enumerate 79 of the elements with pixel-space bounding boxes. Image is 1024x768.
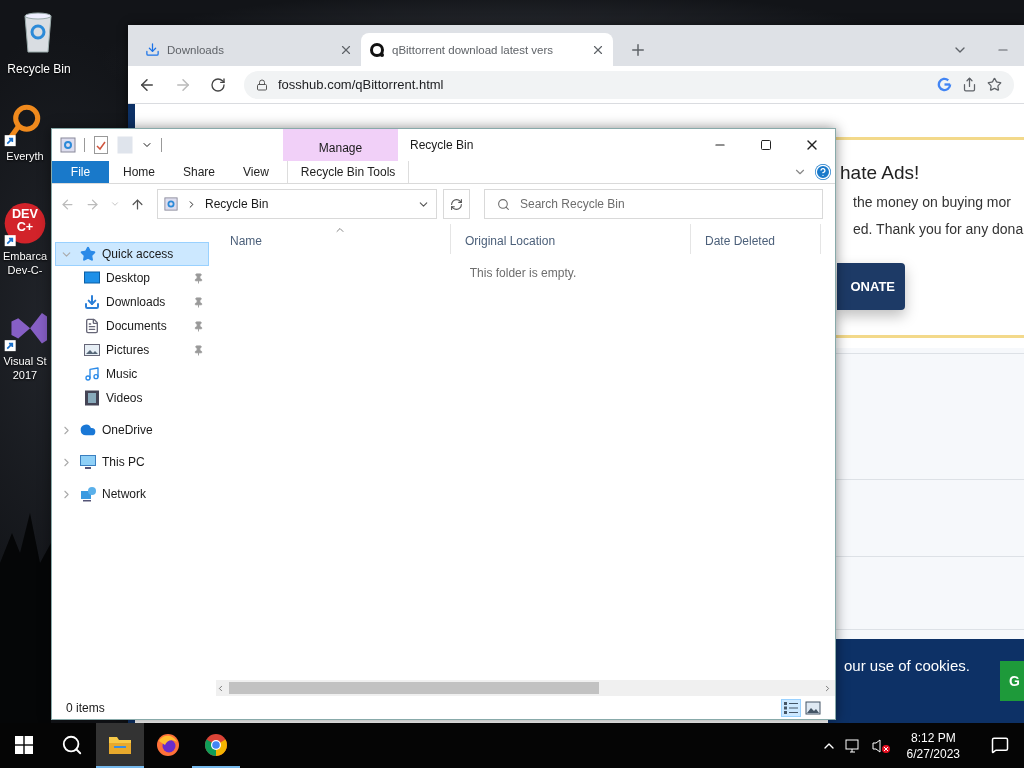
dev-icon[interactable]: DEV C+ [3, 203, 47, 247]
cookie-accept-button[interactable]: G [1000, 661, 1024, 701]
ribbon-tab[interactable]: Share [169, 161, 230, 183]
desktop-icon-label[interactable]: Embarca [3, 249, 47, 263]
ribbon-tab[interactable]: Recycle Bin Tools [286, 161, 410, 183]
scroll-right-icon[interactable] [823, 683, 832, 693]
reload-icon[interactable] [210, 76, 226, 93]
taskbar-app[interactable] [96, 723, 144, 768]
nav-item[interactable]: This PC [55, 450, 209, 474]
desktop-icon-label[interactable]: Recycle Bin [7, 62, 71, 76]
column-header[interactable]: Original Location [451, 224, 691, 254]
desktop-icon-label[interactable]: 2017 [12, 368, 38, 382]
up-icon[interactable] [130, 196, 145, 212]
nav-item[interactable]: Downloads [55, 290, 209, 314]
document-icon [84, 318, 100, 334]
volume-muted-icon[interactable] [870, 737, 891, 754]
chrome-icon [204, 732, 228, 757]
scroll-left-icon[interactable] [216, 683, 225, 693]
lock-icon [256, 78, 268, 91]
desktop-icon-label[interactable]: Dev-C- [7, 263, 43, 277]
paragraph-line: the money on buying mor [853, 193, 1012, 211]
download-icon [84, 294, 100, 310]
nav-item[interactable]: Pictures [55, 338, 209, 362]
column-header[interactable]: Name [216, 224, 451, 254]
nav-item[interactable]: Quick access [55, 242, 209, 266]
picture-icon [84, 342, 100, 358]
google-icon[interactable] [937, 77, 952, 92]
clock[interactable]: 8:12 PM 6/27/2023 [898, 729, 968, 762]
column-header[interactable]: Date Deleted [691, 224, 821, 254]
search-icon [61, 733, 83, 756]
speech-bubble-icon [991, 735, 1009, 754]
refresh-button[interactable] [443, 189, 470, 219]
details-view-button[interactable] [781, 698, 801, 717]
download-icon [145, 42, 160, 57]
desktop-icon [84, 270, 100, 286]
nav-item[interactable]: Desktop [55, 266, 209, 290]
help-button[interactable] [815, 164, 831, 180]
ribbon-tab[interactable]: Home [109, 161, 169, 183]
firefox-icon [156, 732, 180, 757]
status-text: 0 items [66, 700, 106, 715]
horizontal-scrollbar[interactable] [216, 680, 835, 696]
share-icon[interactable] [962, 77, 977, 92]
nav-item[interactable]: Videos [55, 386, 209, 410]
search-icon [497, 197, 510, 211]
address-bar[interactable]: fosshub.com/qBittorrent.html [244, 70, 1014, 99]
windows-logo-icon [15, 735, 33, 754]
folder-icon [108, 734, 132, 755]
window-title: Recycle Bin [410, 138, 474, 152]
large-icons-view-button[interactable] [803, 698, 823, 717]
monitor-icon [80, 454, 96, 470]
recycle-bin-icon [164, 197, 178, 211]
star-icon[interactable] [987, 77, 1002, 92]
desktop-icon-label[interactable]: Visual St [3, 354, 47, 368]
browser-tab[interactable]: Downloads [137, 33, 361, 66]
properties-icon[interactable] [93, 136, 109, 154]
cookie-text: our use of cookies. [844, 657, 971, 674]
paragraph-line: ed. Thank you for any dona [853, 220, 1024, 238]
film-icon [84, 390, 100, 406]
empty-message: This folder is empty. [469, 266, 577, 282]
donate-button[interactable]: ONATE [837, 263, 905, 310]
star-icon [80, 246, 96, 262]
refresh-icon [450, 197, 463, 211]
heading: hate Ads! [840, 162, 921, 184]
maximize-icon [760, 139, 772, 151]
browser-tab[interactable]: qBittorrent download latest vers [361, 33, 613, 66]
address-field[interactable]: Recycle Bin [157, 189, 437, 219]
context-tab-group: Manage [283, 129, 398, 161]
nav-item[interactable]: Network [55, 482, 209, 506]
network-icon [80, 486, 96, 502]
desktop-icon-label[interactable]: Everyth [6, 149, 44, 163]
site-logo-icon [369, 41, 385, 58]
music-note-icon [84, 366, 100, 382]
ribbon-tab[interactable]: View [229, 161, 283, 183]
nav-item[interactable]: Documents [55, 314, 209, 338]
nav-item[interactable]: OneDrive [55, 418, 209, 442]
nav-item[interactable]: Music [55, 362, 209, 386]
cloud-icon [80, 422, 96, 438]
ribbon-tab[interactable]: File [52, 161, 109, 183]
search-field[interactable]: Search Recycle Bin [484, 189, 823, 219]
